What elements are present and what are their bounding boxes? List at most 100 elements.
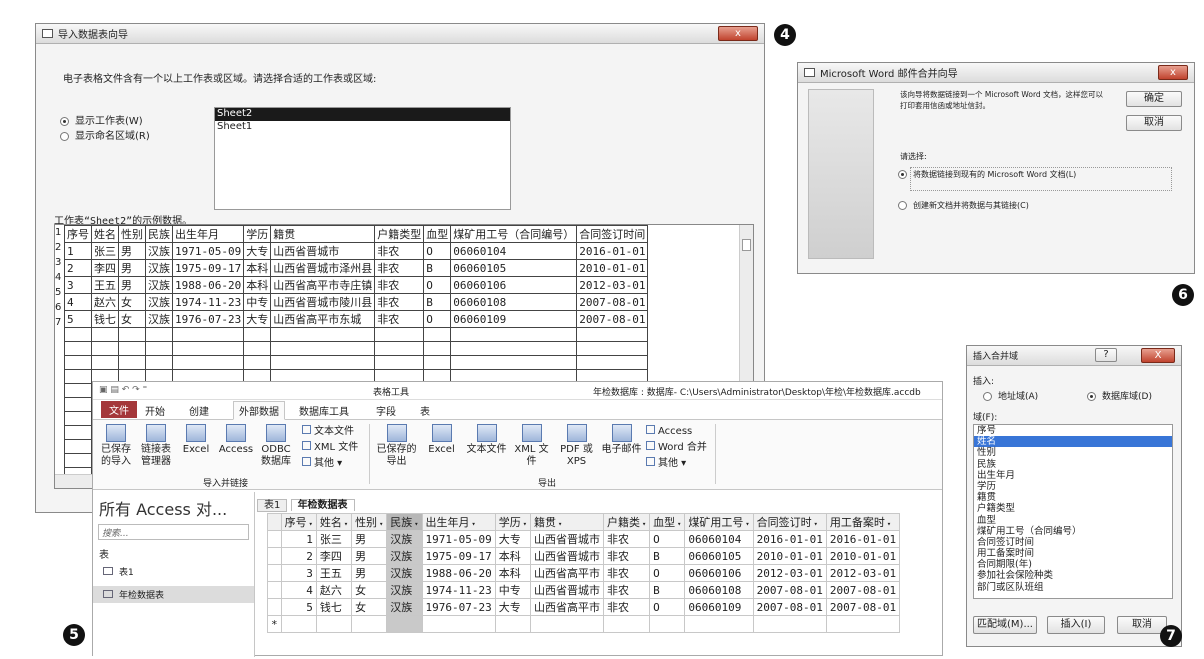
table-cell[interactable]: 中专 [494,581,531,599]
field-listbox[interactable]: 序号 姓名 性别 民族 出生年月 学历 籍贯 户籍类型 血型 煤矿用工号（合同编号） 合同签订时间用… [973,424,1173,599]
empty-cell[interactable] [602,615,651,633]
table-cell[interactable]: 3 [280,564,317,582]
field-list-item[interactable]: 用工备案时间 [974,548,1172,559]
table-cell[interactable]: 1974-11-23 [421,581,496,599]
column-header[interactable]: 序号 ▾ [280,513,317,531]
ribbon-button[interactable]: 已保存的导入 [97,424,135,468]
table-cell[interactable]: 非农 [602,530,651,548]
empty-cell[interactable] [529,615,604,633]
table-cell[interactable]: 1976-07-23 [421,598,496,616]
row-selector[interactable] [267,564,282,582]
close-button[interactable]: X [1141,348,1175,363]
table-cell[interactable]: 2010-01-01 [825,547,901,565]
ribbon-small-button[interactable]: XML 文件 [302,440,358,456]
cancel-button[interactable]: 取消 [1126,115,1182,131]
empty-cell[interactable] [351,615,388,633]
table-cell[interactable]: 男 [351,547,388,565]
ribbon-tab[interactable]: 外部数据 [233,401,285,420]
table-cell[interactable]: 2007-08-01 [825,598,901,616]
table-cell[interactable]: 大专 [494,598,531,616]
column-header[interactable]: 出生年月 ▾ [421,513,496,531]
radio-show-ranges[interactable]: 显示命名区域(R) [60,127,150,142]
field-list-item[interactable]: 序号 [974,425,1172,436]
ribbon-button[interactable]: 已保存的导出 [375,424,418,468]
table-cell[interactable]: 张三 [315,530,353,548]
ok-button[interactable]: 确定 [1126,91,1182,107]
table-cell[interactable]: 06060104 [684,530,754,548]
scroll-thumb[interactable] [742,239,751,251]
radio-create-new[interactable]: 创建新文档并将数据与其链接(C) [898,200,1029,211]
nav-pane-title[interactable]: 所有 Access 对... [93,492,254,524]
ribbon-small-button[interactable]: 文本文件 [302,424,358,440]
ribbon-small-button[interactable]: Access [646,424,707,440]
field-list-item[interactable]: 煤矿用工号（合同编号） [974,526,1172,537]
column-header[interactable]: 煤矿用工号 ▾ [684,513,754,531]
doc-tab-table1[interactable]: 表1 [257,499,288,512]
table-cell[interactable]: 王五 [315,564,353,582]
table-cell[interactable]: 非农 [602,598,651,616]
table-row[interactable]: 2 李四男汉族 1975-09-17 本科 山西省晋城市 非农 B 06060105 2010-… [267,547,901,565]
ribbon-button[interactable]: Excel [177,424,215,456]
empty-cell[interactable] [386,615,423,633]
sheet-item-selected[interactable]: Sheet2 [215,108,510,121]
table-row[interactable]: 3 王五男汉族 1988-06-20 本科 山西省高平市 非农 O 06060106 2012-… [267,564,901,582]
close-button[interactable]: x [718,26,758,41]
table-row[interactable]: 1 张三男汉族 1971-05-09 大专 山西省晋城市 非农 O 06060104 2016-… [267,530,901,548]
field-list-item[interactable]: 合同签订时间 [974,537,1172,548]
cancel-button[interactable]: 取消 [1117,616,1167,634]
ribbon-small-button[interactable]: Word 合并 [646,440,707,456]
ribbon-tab[interactable]: 开始 [145,403,165,418]
help-button[interactable]: ? [1095,348,1117,362]
sheet-item[interactable]: Sheet1 [215,121,510,134]
sheet-listbox[interactable]: Sheet2 Sheet1 [214,107,511,210]
column-header[interactable]: 民族 ▾ [386,513,423,531]
empty-cell[interactable] [421,615,496,633]
ribbon-tab[interactable]: 创建 [189,403,209,418]
ribbon-tab[interactable]: 字段 [376,403,396,418]
ribbon-button[interactable]: 电子邮件 [600,424,643,456]
insert-button[interactable]: 插入(I) [1047,616,1105,634]
ribbon-tab[interactable]: 数据库工具 [299,403,349,418]
row-selector[interactable] [267,598,282,616]
table-cell[interactable]: O [649,598,686,616]
match-fields-button[interactable]: 匹配域(M)... [973,616,1037,634]
ribbon-button[interactable]: PDF 或 XPS [555,424,598,468]
table-cell[interactable]: 5 [280,598,317,616]
search-input[interactable]: 搜索... [98,524,249,540]
table-cell[interactable]: 06060109 [684,598,754,616]
table-cell[interactable]: 非农 [602,581,651,599]
table-cell[interactable]: 1975-09-17 [421,547,496,565]
doc-tab-nianjian[interactable]: 年检数据表 [290,499,355,511]
column-header[interactable]: 性别 ▾ [351,513,388,531]
table-cell[interactable]: 山西省高平市 [529,598,604,616]
table-row[interactable]: 5 钱七女汉族 1976-07-23 大专 山西省高平市 非农 O 06060109 2007-… [267,598,901,616]
table-cell[interactable]: 汉族 [386,547,423,565]
table-cell[interactable]: 2012-03-01 [752,564,827,582]
column-header[interactable]: 学历 ▾ [494,513,531,531]
empty-cell[interactable] [752,615,827,633]
ribbon-button[interactable]: 文本文件 [465,424,508,456]
ribbon-button[interactable]: 链接表管理器 [137,424,175,468]
ribbon-tab[interactable]: 表 [420,403,430,418]
field-list-item[interactable]: 民族 [974,459,1172,470]
table-cell[interactable]: 山西省晋城市 [529,547,604,565]
table-cell[interactable]: 汉族 [386,598,423,616]
table-cell[interactable]: 1988-06-20 [421,564,496,582]
ribbon-small-button[interactable]: 其他 ▾ [302,456,358,472]
column-header[interactable]: 合同签订时 ▾ [752,513,827,531]
nav-item-nianjian[interactable]: 年检数据表 [93,586,254,603]
column-header[interactable]: 用工备案时 ▾ [825,513,901,531]
table-cell[interactable]: 汉族 [386,581,423,599]
table-cell[interactable]: B [649,547,686,565]
table-cell[interactable]: 山西省高平市 [529,564,604,582]
table-cell[interactable]: 山西省晋城市 [529,581,604,599]
table-cell[interactable]: 本科 [494,564,531,582]
table-cell[interactable]: 2007-08-01 [752,581,827,599]
empty-cell[interactable] [649,615,686,633]
nav-item-table1[interactable]: 表1 [93,563,254,580]
table-cell[interactable]: 1971-05-09 [421,530,496,548]
table-cell[interactable]: 非农 [602,547,651,565]
table-cell[interactable]: O [649,530,686,548]
row-selector[interactable] [267,530,282,548]
radio-database-field[interactable]: 数据库域(D) [1087,389,1152,402]
